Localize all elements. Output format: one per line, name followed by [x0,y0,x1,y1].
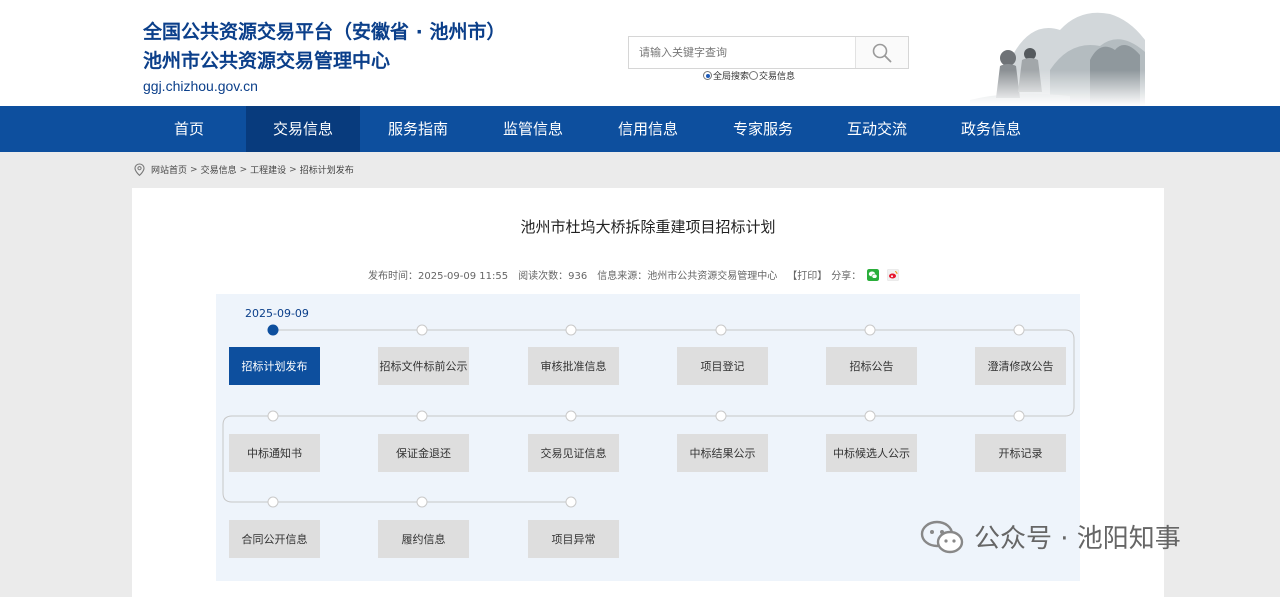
watermark-text: 公众号 · 池阳知事 [974,524,1181,554]
flow-date: 2025-09-09 [245,307,309,320]
radio-label: 全局搜索 [713,72,750,82]
radio-dot-checked [703,71,712,80]
step-project-registration[interactable]: 项目登记 [677,347,768,385]
radio-dot [749,71,759,80]
wechat-logo-icon [920,520,964,553]
search-icon [872,43,892,63]
search-button[interactable] [855,37,908,68]
nav-item-trade-info[interactable]: 交易信息 [246,106,360,152]
step-award-result[interactable]: 中标结果公示 [677,434,768,472]
breadcrumb-link-engineering[interactable]: 工程建设 [250,163,286,176]
main-nav: 首页 交易信息 服务指南 监管信息 信用信息 专家服务 互动交流 政务信息 [0,106,1280,152]
nav-item-gov-affairs[interactable]: 政务信息 [934,106,1048,152]
publish-time: 发布时间：2025-09-09 11:55 [368,271,509,282]
site-title-line1: 全国公共资源交易平台（安徽省 · 池州市） [143,21,506,43]
radio-label: 交易信息 [759,72,796,82]
article-title: 池州市杜坞大桥拆除重建项目招标计划 [520,218,776,236]
read-count: 阅读次数：936 [518,271,588,282]
info-source: 信息来源：池州市公共资源交易管理中心 [597,271,778,282]
radio-global-search[interactable]: 全局搜索 [703,69,749,82]
breadcrumb-separator: > [289,164,297,175]
site-header: 全国公共资源交易平台（安徽省 · 池州市） 池州市公共资源交易管理中心 ggj.… [0,0,1280,106]
nav-item-home[interactable]: 首页 [132,106,246,152]
breadcrumb-separator: > [190,164,198,175]
article-meta: 发布时间：2025-09-09 11:55 阅读次数：936 信息来源：池州市公… [368,267,907,282]
search-scope-radios: 全局搜索 交易信息 [703,69,795,82]
nav-item-expert[interactable]: 专家服务 [706,106,820,152]
search-box [628,36,909,69]
nav-item-credit[interactable]: 信用信息 [590,106,706,152]
site-domain: ggj.chizhou.gov.cn [143,78,258,94]
step-bid-opening-record[interactable]: 开标记录 [975,434,1066,472]
breadcrumb-link-trade-info[interactable]: 交易信息 [201,163,237,176]
step-deposit-refund[interactable]: 保证金退还 [378,434,469,472]
breadcrumb-link-current[interactable]: 招标计划发布 [300,163,354,176]
step-approval-info[interactable]: 审核批准信息 [528,347,619,385]
step-bid-doc-prepublicity[interactable]: 招标文件标前公示 [378,347,469,385]
wechat-watermark: 公众号 · 池阳知事 [920,518,1181,555]
step-witness-info[interactable]: 交易见证信息 [528,434,619,472]
print-link[interactable]: 【打印】 [787,267,827,282]
step-contract-disclosure[interactable]: 合同公开信息 [229,520,320,558]
step-project-exception[interactable]: 项目异常 [528,520,619,558]
step-candidate-publicity[interactable]: 中标候选人公示 [826,434,917,472]
ink-painting-decoration [950,12,1150,106]
site-title-line2: 池州市公共资源交易管理中心 [143,50,391,72]
location-pin-icon [134,163,145,176]
wechat-share-icon[interactable] [867,268,880,281]
share-label: 分享： [831,271,862,282]
search-input[interactable] [629,37,855,68]
nav-item-interaction[interactable]: 互动交流 [820,106,934,152]
breadcrumb: 网站首页 > 交易信息 > 工程建设 > 招标计划发布 [134,163,354,176]
step-clarification-notice[interactable]: 澄清修改公告 [975,347,1066,385]
step-bid-plan-publish[interactable]: 招标计划发布 [229,347,320,385]
weibo-share-icon[interactable] [887,268,900,281]
step-award-notice[interactable]: 中标通知书 [229,434,320,472]
step-bid-announcement[interactable]: 招标公告 [826,347,917,385]
breadcrumb-separator: > [239,164,248,175]
radio-trade-info[interactable]: 交易信息 [749,69,795,82]
nav-item-service-guide[interactable]: 服务指南 [360,106,476,152]
step-performance-info[interactable]: 履约信息 [378,520,469,558]
nav-item-supervision[interactable]: 监管信息 [476,106,590,152]
breadcrumb-link-home[interactable]: 网站首页 [151,163,187,176]
